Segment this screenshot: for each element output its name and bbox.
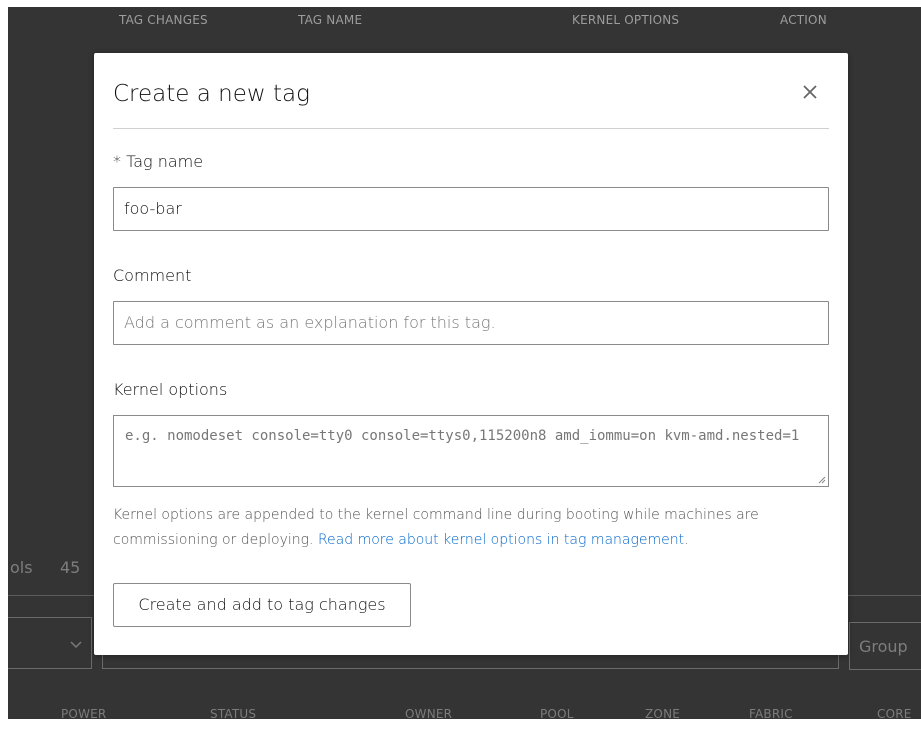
col-header-tag-name: TAG NAME: [298, 13, 363, 27]
group-select[interactable]: Group: [849, 622, 921, 670]
tag-name-label: * Tag name: [113, 152, 204, 171]
behind-divider-right: [848, 595, 921, 596]
comment-placeholder: Add a comment as an explanation for this…: [124, 313, 496, 332]
title-divider: [113, 128, 829, 129]
col-header-fabric: FABRIC: [749, 707, 793, 721]
kernel-options-help: Kernel options are appended to the kerne…: [113, 503, 793, 553]
help-end: .: [684, 532, 689, 548]
col-header-kernel-options: KERNEL OPTIONS: [572, 13, 680, 27]
app-root: TAG CHANGES TAG NAME KERNEL OPTIONS ACTI…: [0, 0, 921, 731]
chevron-down-icon: [70, 641, 82, 649]
col-header-pool: POOL: [540, 707, 574, 721]
col-header-owner: OWNER: [405, 707, 453, 721]
resize-handle-icon[interactable]: [818, 476, 826, 484]
comment-label: Comment: [113, 266, 192, 285]
group-select-label: Group: [859, 637, 908, 656]
close-button[interactable]: [795, 77, 825, 107]
col-header-status: STATUS: [210, 707, 257, 721]
kernel-options-textarea[interactable]: e.g. nomodeset console=tty0 console=ttys…: [113, 415, 829, 487]
tag-name-input[interactable]: foo-bar: [113, 187, 829, 231]
close-icon: [803, 85, 817, 99]
col-header-zone: ZONE: [645, 707, 681, 721]
col-header-power: POWER: [61, 707, 107, 721]
pools-label-partial: ols: [10, 558, 33, 577]
create-and-add-button[interactable]: Create and add to tag changes: [113, 583, 411, 627]
kernel-options-docs-link[interactable]: Read more about kernel options in tag ma…: [318, 532, 684, 548]
page-edge-left: [0, 0, 8, 731]
col-header-tag-changes: TAG CHANGES: [119, 13, 208, 27]
filter-dropdown[interactable]: [8, 617, 92, 669]
col-header-core: CORE: [877, 707, 912, 721]
search-box-behind[interactable]: [102, 655, 839, 669]
kernel-options-label: Kernel options: [113, 380, 228, 399]
modal-title: Create a new tag: [113, 81, 310, 107]
kernel-options-placeholder: e.g. nomodeset console=tty0 console=ttys…: [125, 428, 800, 444]
create-tag-modal: Create a new tag * Tag name foo-bar Comm…: [94, 53, 848, 655]
pools-count: 45: [60, 558, 81, 577]
col-header-action: ACTION: [780, 13, 827, 27]
tag-name-value: foo-bar: [124, 199, 182, 218]
behind-divider-left: [8, 595, 94, 596]
comment-input[interactable]: Add a comment as an explanation for this…: [113, 301, 829, 345]
